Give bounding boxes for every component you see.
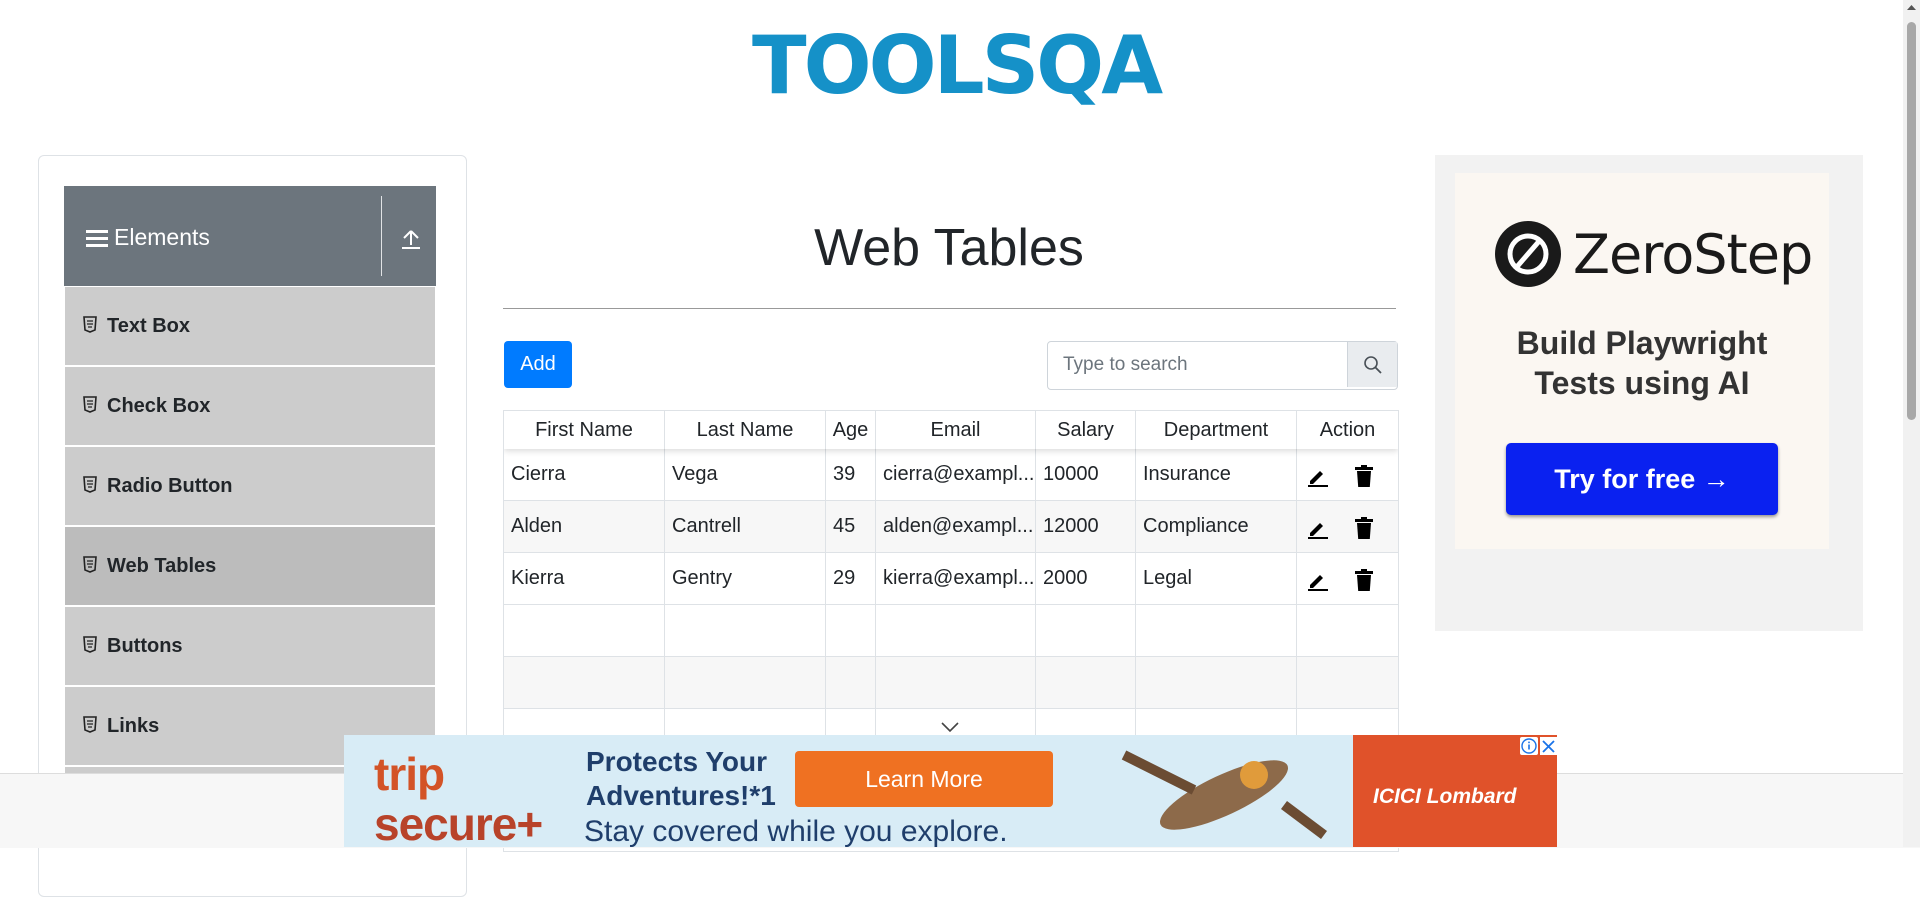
learn-more-button[interactable]: Learn More (795, 751, 1053, 807)
hamburger-icon (86, 230, 108, 247)
column-header-salary[interactable]: Salary (1036, 411, 1136, 449)
brand-line2: secure+ (374, 798, 543, 847)
html5-icon (83, 556, 97, 573)
cell-email: cierra@exampl... (876, 449, 1036, 500)
cell-salary: 10000 (1036, 449, 1136, 500)
cell-first-name: Cierra (504, 449, 665, 500)
header-divider (381, 196, 382, 276)
column-header-age[interactable]: Age (826, 411, 876, 449)
cell-last-name: Cantrell (665, 501, 826, 552)
sidebar-item-label: Web Tables (107, 555, 217, 577)
ad-info-icon[interactable] (1520, 737, 1538, 755)
empty-row (504, 605, 1398, 657)
sidebar-item-check-box[interactable]: Check Box (65, 367, 435, 445)
cell-email: alden@exampl... (876, 501, 1036, 552)
column-header-first-name[interactable]: First Name (504, 411, 665, 449)
sidebar-item-label: Radio Button (107, 475, 233, 497)
cell-age: 29 (826, 553, 876, 604)
delete-icon[interactable] (1352, 464, 1376, 488)
tripsecure-logo: trip secure+ (374, 748, 543, 847)
group-title-label: Elements (114, 224, 210, 250)
html5-icon (83, 396, 97, 413)
table-row: Kierra Gentry 29 kierra@exampl... 2000 L… (504, 553, 1398, 605)
collapse-up-icon[interactable] (400, 228, 422, 250)
ad-subline: Stay covered while you explore. (584, 815, 1008, 847)
cell-first-name: Kierra (504, 553, 665, 604)
column-header-last-name[interactable]: Last Name (665, 411, 826, 449)
html5-icon (83, 636, 97, 653)
sidebar-item-label: Check Box (107, 395, 211, 417)
group-title: Elements (86, 224, 210, 251)
tripsecure-ad[interactable]: trip secure+ Protects Your Adventures!*1… (344, 735, 1557, 847)
cell-department: Compliance (1136, 501, 1297, 552)
zerostep-logo-icon (1495, 221, 1561, 287)
edit-icon[interactable] (1306, 464, 1330, 488)
ad-headline: Protects Your Adventures!*1 (586, 745, 776, 813)
ad-headline-line2: Adventures!*1 (586, 780, 776, 811)
sidebar-item-web-tables[interactable]: Web Tables (65, 527, 435, 605)
elements-group-header[interactable]: Elements (64, 186, 436, 286)
add-button[interactable]: Add (504, 341, 572, 388)
page-title: Web Tables (814, 219, 1084, 277)
try-for-free-button[interactable]: Try for free → (1506, 443, 1778, 515)
cell-email: kierra@exampl... (876, 553, 1036, 604)
ad-card: ZeroStep Build Playwright Tests using AI… (1455, 173, 1829, 549)
search-icon (1364, 356, 1382, 374)
edit-icon[interactable] (1306, 568, 1330, 592)
delete-icon[interactable] (1352, 568, 1376, 592)
sidebar-item-label: Text Box (107, 315, 190, 337)
edit-icon[interactable] (1306, 516, 1330, 540)
scrollbar-thumb[interactable] (1907, 22, 1916, 420)
title-divider (503, 308, 1396, 309)
empty-row (504, 657, 1398, 709)
cell-age: 39 (826, 449, 876, 500)
toolsqa-logo[interactable]: TOOLSQA (752, 18, 1163, 113)
cell-department: Insurance (1136, 449, 1297, 500)
sidebar-item-radio-button[interactable]: Radio Button (65, 447, 435, 525)
ad-close-icon[interactable] (1540, 737, 1557, 755)
cell-department: Legal (1136, 553, 1297, 604)
ad-tagline-line1: Build Playwright (1516, 325, 1768, 361)
brand-line1: trip (374, 748, 445, 800)
scroll-up-arrow-icon[interactable] (1903, 0, 1920, 14)
cell-salary: 12000 (1036, 501, 1136, 552)
html5-icon (83, 316, 97, 333)
search-input[interactable] (1048, 342, 1340, 387)
cell-last-name: Vega (665, 449, 826, 500)
zerostep-ad[interactable]: ZeroStep Build Playwright Tests using AI… (1435, 155, 1863, 631)
ad-tagline-line2: Tests using AI (1534, 365, 1750, 401)
cell-last-name: Gentry (665, 553, 826, 604)
html5-icon (83, 716, 97, 733)
column-header-department[interactable]: Department (1136, 411, 1297, 449)
cell-first-name: Alden (504, 501, 665, 552)
chevron-down-icon[interactable] (940, 721, 960, 733)
column-header-email[interactable]: Email (876, 411, 1036, 449)
column-header-action: Action (1319, 419, 1376, 441)
table-header: First Name Last Name Age Email Salary De… (504, 411, 1398, 449)
ad-tagline: Build Playwright Tests using AI (1455, 323, 1829, 403)
table-row: Cierra Vega 39 cierra@exampl... 10000 In… (504, 449, 1398, 501)
search-button[interactable] (1347, 342, 1397, 387)
search-box (1047, 341, 1398, 390)
cell-age: 45 (826, 501, 876, 552)
zerostep-brand: ZeroStep (1573, 223, 1813, 286)
table-row: Alden Cantrell 45 alden@exampl... 12000 … (504, 501, 1398, 553)
sponsor-name: ICICI Lombard (1373, 785, 1517, 808)
sidebar-item-text-box[interactable]: Text Box (65, 287, 435, 365)
html5-icon (83, 476, 97, 493)
delete-icon[interactable] (1352, 516, 1376, 540)
sidebar-item-label: Links (107, 715, 160, 737)
cell-salary: 2000 (1036, 553, 1136, 604)
sidebar-item-buttons[interactable]: Buttons (65, 607, 435, 685)
logo-text: TOOLSQA (752, 19, 1163, 112)
sidebar-item-label: Buttons (107, 635, 183, 657)
ad-headline-line1: Protects Your (586, 746, 768, 777)
skydiver-image (1121, 750, 1327, 839)
